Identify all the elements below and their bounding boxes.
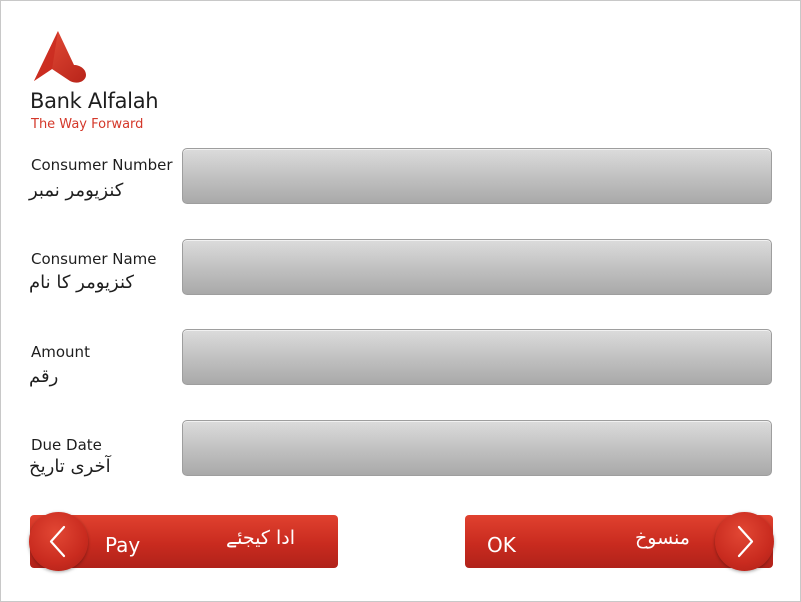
brand-tagline: The Way Forward — [31, 117, 144, 132]
consumer-number-field[interactable] — [182, 148, 772, 204]
consumer-name-label: Consumer Name — [31, 250, 157, 268]
pay-button-label: Pay — [105, 533, 141, 557]
due-date-label-urdu: آخری تاریخ — [29, 456, 111, 477]
ok-button-label: OK — [487, 533, 516, 557]
amount-field[interactable] — [182, 329, 772, 385]
consumer-number-label-urdu: کنزیومر نمبر — [29, 180, 124, 201]
chevron-right-icon — [737, 525, 754, 558]
pay-button[interactable]: Pay ادا کیجئے — [29, 512, 338, 571]
bank-alfalah-logo-icon — [30, 29, 88, 85]
chevron-left-icon — [49, 525, 66, 558]
consumer-name-label-urdu: کنزیومر کا نام — [29, 272, 134, 293]
due-date-label: Due Date — [31, 436, 102, 454]
consumer-number-label: Consumer Number — [31, 156, 173, 174]
atm-screen: Bank Alfalah The Way Forward Consumer Nu… — [0, 0, 801, 602]
brand-name: Bank Alfalah — [30, 89, 159, 113]
amount-label: Amount — [31, 343, 90, 361]
consumer-name-field[interactable] — [182, 239, 772, 295]
ok-circle[interactable] — [715, 512, 774, 571]
due-date-field[interactable] — [182, 420, 772, 476]
pay-circle[interactable] — [29, 512, 88, 571]
ok-button[interactable]: OK منسوخ — [465, 512, 774, 571]
pay-button-label-urdu: ادا کیجئے — [226, 527, 295, 549]
amount-label-urdu: رقم — [29, 366, 59, 387]
ok-button-label-urdu: منسوخ — [635, 527, 690, 549]
